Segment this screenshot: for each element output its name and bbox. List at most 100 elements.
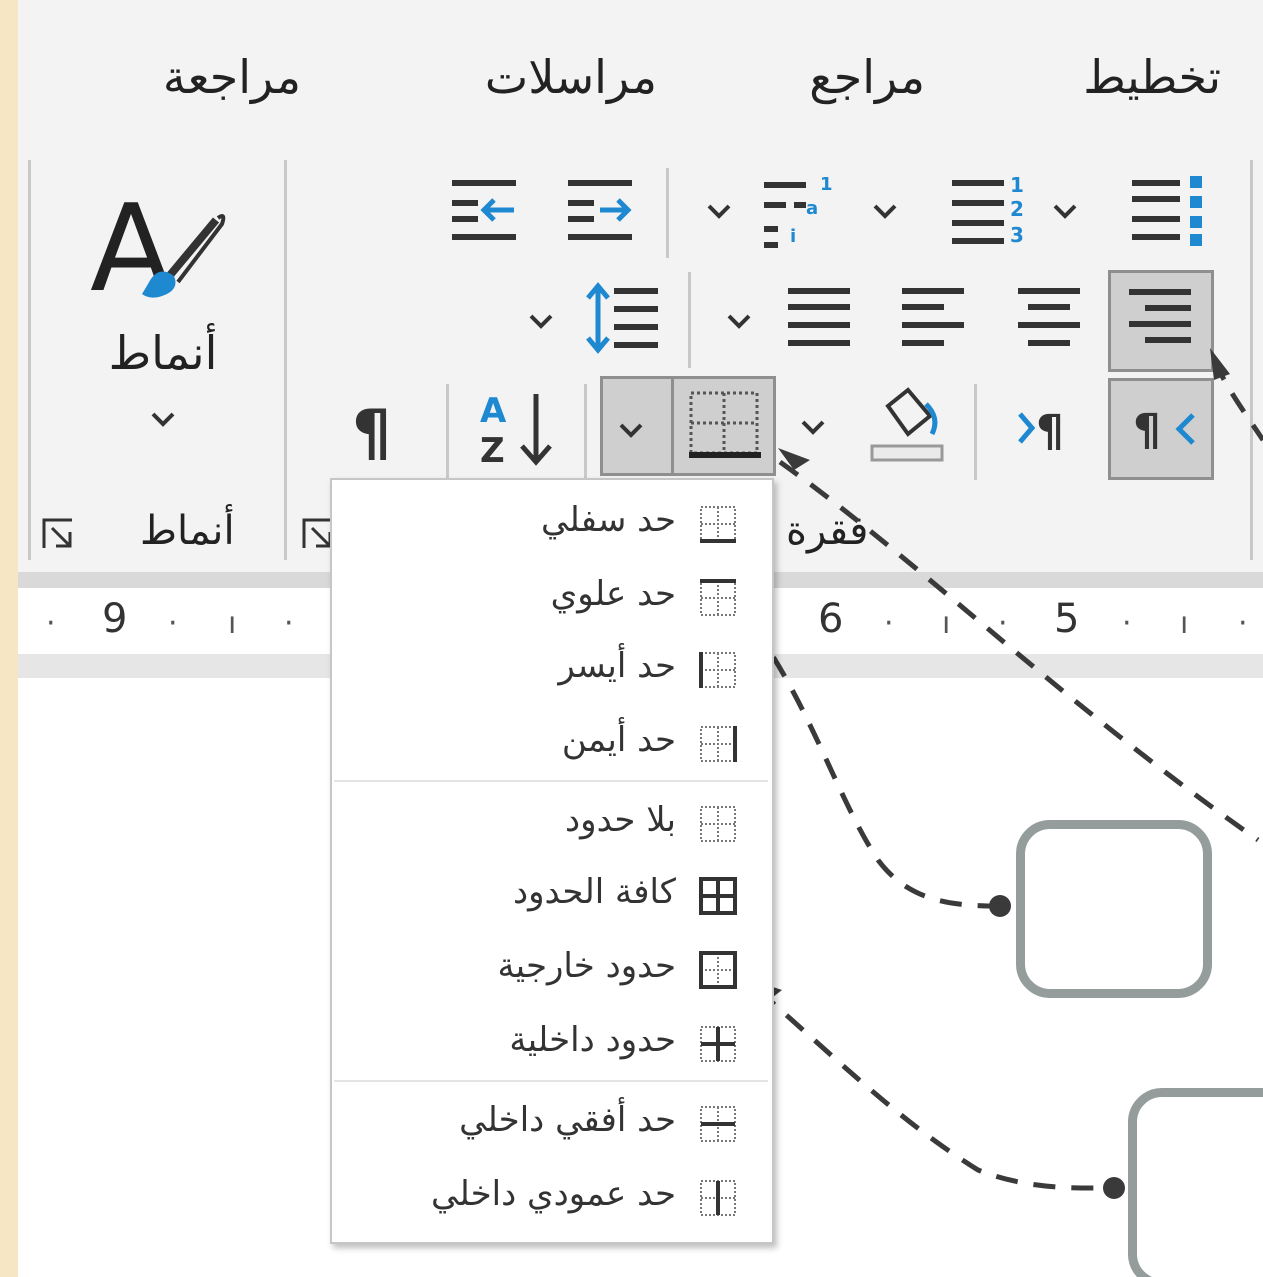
svg-text:1: 1 bbox=[820, 174, 833, 195]
chevron-down-icon bbox=[1053, 204, 1077, 219]
group-separator bbox=[1250, 160, 1253, 560]
tab-references[interactable]: مراجع bbox=[809, 50, 925, 104]
menu-item-label: حد أيمن bbox=[561, 720, 676, 760]
tab-layout[interactable]: تخطيط bbox=[1083, 50, 1221, 104]
chevron-down-icon bbox=[727, 314, 751, 329]
multilevel-list-icon: 1 a i bbox=[764, 174, 833, 248]
svg-text:Z: Z bbox=[480, 431, 505, 470]
line-spacing-icon bbox=[586, 282, 658, 354]
ruler-tick: · bbox=[998, 606, 1008, 641]
ruler-number: 6 bbox=[818, 596, 844, 642]
bullets-button[interactable] bbox=[1124, 172, 1214, 248]
chevron-down-icon bbox=[619, 423, 643, 438]
ruler-number: 5 bbox=[1054, 596, 1080, 642]
borders-icon bbox=[689, 391, 761, 458]
sort-button[interactable]: A Z bbox=[474, 388, 558, 470]
ruler-tick: · bbox=[284, 606, 294, 641]
justify-dropdown[interactable] bbox=[724, 306, 754, 336]
menu-item-top-border[interactable]: حد علوي bbox=[332, 560, 772, 632]
menu-item-bottom-border[interactable]: حد سفلي bbox=[332, 486, 772, 558]
center-button[interactable] bbox=[1014, 282, 1084, 352]
inside-vertical-border-icon bbox=[700, 1180, 736, 1216]
styles-gallery-button[interactable]: A أنماط bbox=[88, 180, 238, 440]
numbering-dropdown[interactable] bbox=[870, 196, 900, 226]
ruler-tick: · bbox=[884, 606, 894, 641]
rtl-paragraph-button[interactable]: ¶ bbox=[1108, 378, 1214, 480]
button-separator bbox=[584, 384, 587, 480]
tab-review[interactable]: مراجعة bbox=[163, 50, 301, 104]
multilevel-list-button[interactable]: 1 a i bbox=[760, 172, 850, 252]
svg-text:¶: ¶ bbox=[1036, 406, 1064, 457]
menu-divider bbox=[334, 780, 768, 782]
menu-item-no-border[interactable]: بلا حدود bbox=[332, 786, 772, 858]
line-spacing-dropdown[interactable] bbox=[526, 306, 556, 336]
chevron-down-icon bbox=[873, 204, 897, 219]
increase-indent-icon bbox=[568, 180, 632, 240]
styles-gallery-label: أنماط bbox=[108, 326, 218, 380]
chevron-down-icon bbox=[151, 412, 175, 427]
show-marks-button[interactable]: ¶ bbox=[348, 388, 408, 464]
chevron-down-icon bbox=[707, 204, 731, 219]
justify-icon bbox=[788, 288, 850, 346]
align-right-icon bbox=[1129, 289, 1191, 343]
menu-item-label: حد عمودي داخلي bbox=[431, 1174, 676, 1214]
left-border-icon bbox=[699, 652, 736, 688]
menu-item-left-border[interactable]: حد أيسر bbox=[332, 632, 772, 704]
ruler-tick: · bbox=[168, 606, 178, 641]
svg-text:¶: ¶ bbox=[352, 396, 391, 464]
numbering-button[interactable]: 1 2 3 bbox=[946, 172, 1036, 248]
group-separator bbox=[284, 160, 287, 560]
ltr-paragraph-button[interactable]: ¶ bbox=[1016, 392, 1086, 462]
menu-item-all-borders[interactable]: كافة الحدود bbox=[332, 858, 772, 930]
shading-button[interactable] bbox=[868, 384, 948, 466]
group-label-paragraph: فقرة bbox=[786, 508, 869, 554]
inside-borders-icon bbox=[700, 1026, 736, 1062]
menu-item-inside-borders[interactable]: حدود داخلية bbox=[332, 1006, 772, 1078]
ruler-tick: ı bbox=[1180, 606, 1189, 641]
ruler-number: 9 bbox=[102, 596, 128, 642]
align-left-button[interactable] bbox=[898, 282, 968, 352]
svg-text:A: A bbox=[480, 391, 507, 431]
line-spacing-button[interactable] bbox=[584, 282, 664, 356]
borders-button[interactable] bbox=[600, 376, 776, 476]
shading-dropdown[interactable] bbox=[798, 412, 828, 442]
menu-divider bbox=[334, 1080, 768, 1082]
button-separator bbox=[666, 168, 669, 258]
menu-item-right-border[interactable]: حد أيمن bbox=[332, 706, 772, 778]
borders-dropdown[interactable] bbox=[603, 379, 674, 473]
sort-icon: A Z bbox=[480, 391, 552, 470]
shading-icon bbox=[870, 387, 944, 462]
menu-item-label: حد أفقي داخلي bbox=[459, 1100, 676, 1140]
pilcrow-icon: ¶ bbox=[352, 396, 391, 464]
borders-dropdown-menu: حد سفلي حد علوي حد أيسر حد أيمن بلا حدود… bbox=[330, 478, 774, 1244]
increase-indent-button[interactable] bbox=[564, 176, 636, 244]
menu-item-outside-borders[interactable]: حدود خارجية bbox=[332, 932, 772, 1004]
menu-item-label: بلا حدود bbox=[565, 800, 676, 840]
multilevel-list-dropdown[interactable] bbox=[704, 196, 734, 226]
menu-item-inside-vertical-border[interactable]: حد عمودي داخلي bbox=[332, 1160, 772, 1232]
decrease-indent-icon bbox=[452, 180, 516, 240]
ruler-tick: · bbox=[46, 606, 56, 641]
ruler-tick: ı bbox=[228, 606, 237, 641]
menu-item-label: حد سفلي bbox=[541, 500, 676, 540]
bullets-dropdown[interactable] bbox=[1050, 196, 1080, 226]
tab-mailings[interactable]: مراسلات bbox=[485, 50, 657, 104]
inside-horizontal-border-icon bbox=[700, 1106, 736, 1142]
ruler-tick: ı bbox=[942, 606, 951, 641]
rtl-paragraph-icon: ¶ bbox=[1133, 405, 1195, 456]
styles-launcher-button[interactable] bbox=[42, 518, 74, 550]
ruler-tick: · bbox=[1122, 606, 1132, 641]
outside-borders-icon bbox=[699, 951, 737, 989]
svg-text:3: 3 bbox=[1010, 223, 1024, 247]
menu-item-inside-horizontal-border[interactable]: حد أفقي داخلي bbox=[332, 1086, 772, 1158]
group-separator bbox=[28, 160, 31, 560]
button-separator bbox=[446, 384, 449, 480]
word-window: تخطيط مراجع مراسلات مراجعة 1 2 3 1 a i ¶… bbox=[18, 0, 1263, 1277]
justify-button[interactable] bbox=[784, 282, 854, 352]
align-right-button[interactable] bbox=[1108, 270, 1214, 372]
group-label-styles: أنماط bbox=[140, 508, 235, 554]
decrease-indent-button[interactable] bbox=[448, 176, 520, 244]
svg-text:2: 2 bbox=[1010, 197, 1024, 221]
ruler-tick: · bbox=[1238, 606, 1248, 641]
svg-text:a: a bbox=[806, 198, 818, 219]
